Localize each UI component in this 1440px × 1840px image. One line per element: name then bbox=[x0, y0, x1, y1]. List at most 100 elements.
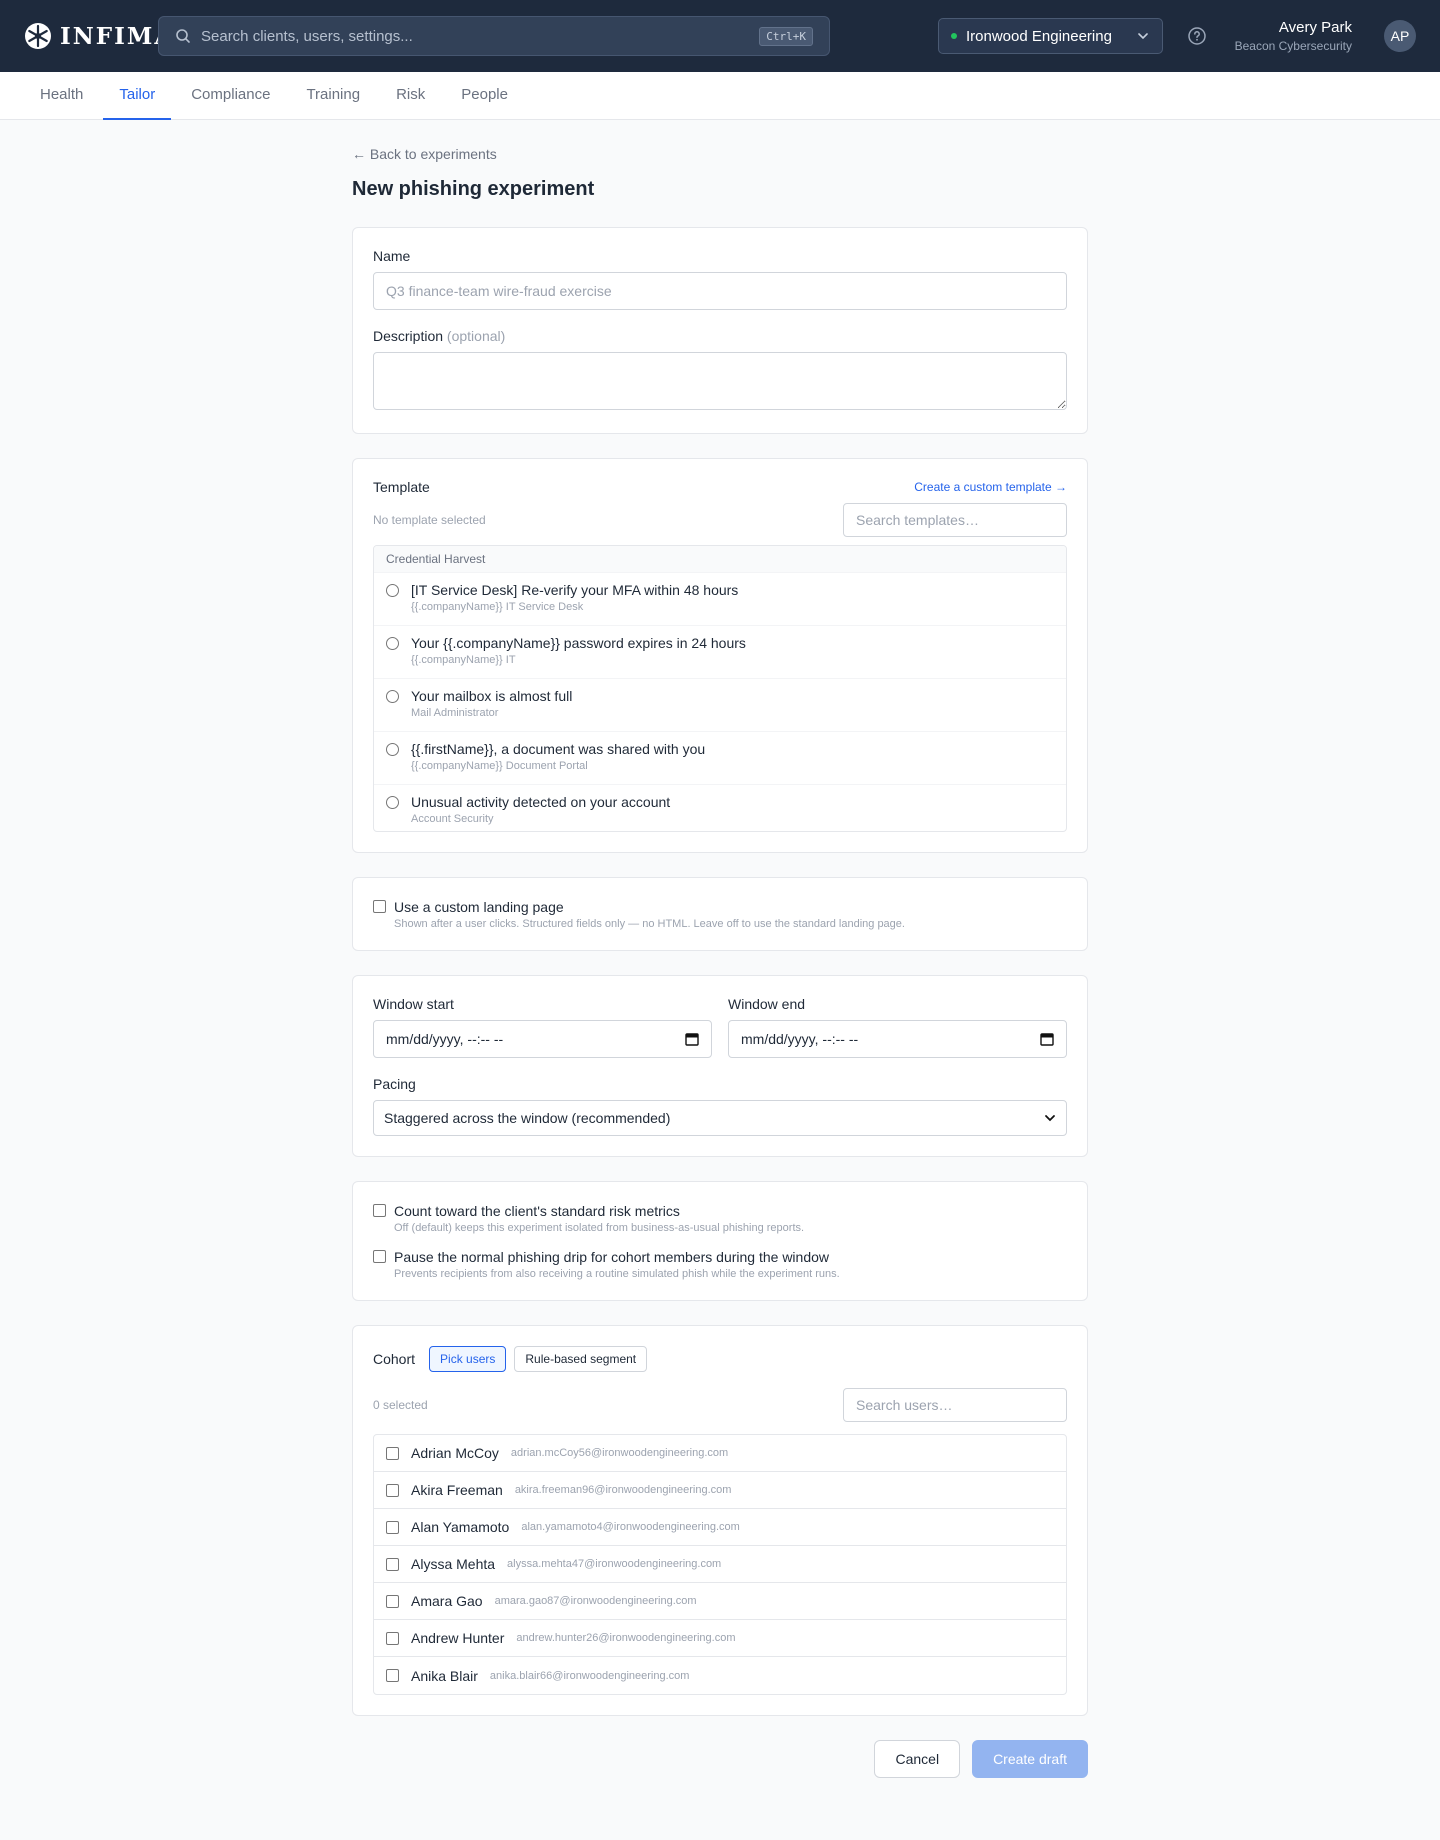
user-name: Adrian McCoy bbox=[411, 1445, 499, 1461]
template-sender: {{.companyName}} Document Portal bbox=[411, 760, 588, 772]
user-email: alan.yamamoto4@ironwoodengineering.com bbox=[521, 1521, 740, 1533]
user-name: Amara Gao bbox=[411, 1593, 483, 1609]
template-option[interactable]: [IT Service Desk] Re-verify your MFA wit… bbox=[374, 573, 1066, 626]
risk-metrics-help: Off (default) keeps this experiment isol… bbox=[394, 1222, 805, 1234]
user-checkbox[interactable] bbox=[386, 1483, 399, 1497]
description-label: Description (optional) bbox=[373, 328, 506, 344]
template-title: {{.firstName}}, a document was shared wi… bbox=[411, 741, 706, 757]
user-row[interactable]: Alyssa Mehta alyssa.mehta47@ironwoodengin… bbox=[374, 1546, 1066, 1583]
window-end-value: mm/dd/yyyy, --:-- -- bbox=[741, 1031, 859, 1047]
org-switcher[interactable]: Ironwood Engineering bbox=[938, 18, 1163, 54]
custom-landing-checkbox[interactable] bbox=[373, 900, 386, 913]
create-draft-button[interactable]: Create draft bbox=[972, 1740, 1088, 1778]
tab-risk[interactable]: Risk bbox=[380, 72, 441, 120]
org-name: Ironwood Engineering bbox=[966, 27, 1112, 45]
user-checkbox[interactable] bbox=[386, 1631, 399, 1645]
user-search-input[interactable] bbox=[843, 1388, 1067, 1422]
page-title: New phishing experiment bbox=[352, 178, 595, 200]
user-checkbox[interactable] bbox=[386, 1557, 399, 1571]
user-email: adrian.mcCoy56@ironwoodengineering.com bbox=[510, 1447, 729, 1459]
template-group-header: Credential Harvest bbox=[374, 546, 1066, 573]
template-radio[interactable] bbox=[386, 690, 399, 703]
risk-metrics-checkbox[interactable] bbox=[373, 1204, 386, 1217]
window-start-value: mm/dd/yyyy, --:-- -- bbox=[386, 1031, 504, 1047]
template-option[interactable]: Unusual activity detected on your accoun… bbox=[374, 785, 1066, 831]
template-radio[interactable] bbox=[386, 743, 399, 756]
user-row[interactable]: Amara Gao amara.gao87@ironwoodengineering… bbox=[374, 1583, 1066, 1620]
tab-health[interactable]: Health bbox=[24, 72, 99, 120]
template-radio[interactable] bbox=[386, 584, 399, 597]
cohort-card: Cohort Pick users Rule-based segment 0 s… bbox=[352, 1325, 1088, 1716]
details-card: Name Description (optional) bbox=[352, 227, 1088, 434]
template-card: Template Create a custom template → No t… bbox=[352, 458, 1088, 853]
pick-users-toggle[interactable]: Pick users bbox=[429, 1346, 507, 1372]
user-row[interactable]: Alan Yamamoto alan.yamamoto4@ironwoodengi… bbox=[374, 1509, 1066, 1546]
user-menu[interactable]: Avery Park Beacon Cybersecurity bbox=[1235, 18, 1352, 54]
user-name: Alan Yamamoto bbox=[411, 1519, 510, 1535]
global-search[interactable]: Search clients, users, settings... Ctrl+… bbox=[158, 16, 830, 56]
chevron-down-icon bbox=[1045, 1115, 1055, 1122]
tab-training[interactable]: Training bbox=[290, 72, 376, 120]
user-name: Akira Freeman bbox=[411, 1482, 503, 1498]
app-logo[interactable]: INFIMA bbox=[24, 22, 174, 50]
template-list: Credential Harvest [IT Service Desk] Re-… bbox=[373, 545, 1067, 832]
user-email: akira.freeman96@ironwoodengineering.com bbox=[514, 1484, 732, 1496]
user-row[interactable]: Akira Freeman akira.freeman96@ironwoodeng… bbox=[374, 1472, 1066, 1509]
description-textarea[interactable] bbox=[373, 352, 1067, 410]
avatar[interactable]: AP bbox=[1384, 20, 1416, 52]
main-content: ← Back to experiments New phishing exper… bbox=[352, 146, 1088, 1778]
user-checkbox[interactable] bbox=[386, 1520, 399, 1534]
window-start-label: Window start bbox=[373, 996, 454, 1012]
create-template-link[interactable]: Create a custom template → bbox=[914, 480, 1067, 494]
template-search-input[interactable] bbox=[843, 503, 1067, 537]
window-start-input[interactable]: mm/dd/yyyy, --:-- -- bbox=[373, 1020, 712, 1058]
template-sender: {{.companyName}} IT Service Desk bbox=[411, 601, 584, 613]
custom-landing-label: Use a custom landing page bbox=[394, 899, 564, 915]
rule-segment-toggle[interactable]: Rule-based segment bbox=[514, 1346, 648, 1372]
user-checkbox[interactable] bbox=[386, 1669, 399, 1682]
template-title: Unusual activity detected on your accoun… bbox=[411, 794, 671, 810]
back-link[interactable]: ← Back to experiments bbox=[352, 146, 1088, 162]
template-option[interactable]: {{.firstName}}, a document was shared wi… bbox=[374, 732, 1066, 785]
window-end-input[interactable]: mm/dd/yyyy, --:-- -- bbox=[728, 1020, 1067, 1058]
pause-drip-checkbox[interactable] bbox=[373, 1250, 386, 1263]
user-row[interactable]: Andrew Hunter andrew.hunter26@ironwoodeng… bbox=[374, 1620, 1066, 1657]
help-icon[interactable] bbox=[1186, 25, 1208, 47]
tab-tailor[interactable]: Tailor bbox=[103, 72, 172, 120]
template-radio[interactable] bbox=[386, 637, 399, 650]
name-input[interactable] bbox=[373, 272, 1067, 310]
user-row[interactable]: Adrian McCoy adrian.mcCoy56@ironwoodengin… bbox=[374, 1435, 1066, 1472]
user-org: Beacon Cybersecurity bbox=[1234, 39, 1352, 53]
user-checkbox[interactable] bbox=[386, 1594, 399, 1608]
template-title: Your mailbox is almost full bbox=[411, 688, 573, 704]
user-row[interactable]: Anika Blair anika.blair66@ironwoodenginee… bbox=[374, 1657, 1066, 1694]
user-checkbox[interactable] bbox=[386, 1446, 399, 1460]
calendar-icon[interactable] bbox=[685, 1032, 699, 1046]
tab-people[interactable]: People bbox=[445, 72, 524, 120]
pacing-select[interactable]: Staggered across the window (recommended… bbox=[373, 1100, 1067, 1136]
cohort-selected-count: 0 selected bbox=[373, 1398, 428, 1412]
cohort-label: Cohort bbox=[373, 1351, 416, 1367]
user-name: Andrew Hunter bbox=[411, 1630, 505, 1646]
options-card: Count toward the client's standard risk … bbox=[352, 1181, 1088, 1301]
template-label: Template bbox=[373, 479, 430, 495]
user-name: Alyssa Mehta bbox=[411, 1556, 496, 1572]
pause-drip-help: Prevents recipients from also receiving … bbox=[394, 1268, 840, 1280]
search-placeholder: Search clients, users, settings... bbox=[201, 27, 413, 45]
calendar-icon[interactable] bbox=[1040, 1032, 1054, 1046]
org-status-dot bbox=[951, 33, 957, 39]
template-sender: Account Security bbox=[411, 813, 494, 825]
user-list: Adrian McCoy adrian.mcCoy56@ironwoodengin… bbox=[373, 1434, 1067, 1695]
user-email: anika.blair66@ironwoodengineering.com bbox=[489, 1669, 690, 1682]
template-radio[interactable] bbox=[386, 796, 399, 809]
tab-compliance[interactable]: Compliance bbox=[175, 72, 286, 120]
template-option[interactable]: Your mailbox is almost full Mail Administ… bbox=[374, 679, 1066, 732]
cancel-button[interactable]: Cancel bbox=[874, 1740, 961, 1778]
snowflake-icon bbox=[25, 23, 51, 49]
pause-drip-label: Pause the normal phishing drip for cohor… bbox=[394, 1249, 830, 1265]
user-name: Avery Park bbox=[1278, 19, 1352, 36]
pacing-label: Pacing bbox=[373, 1076, 416, 1092]
template-sender: Mail Administrator bbox=[411, 707, 499, 719]
template-option[interactable]: Your {{.companyName}} password expires i… bbox=[374, 626, 1066, 679]
name-label: Name bbox=[373, 248, 411, 264]
